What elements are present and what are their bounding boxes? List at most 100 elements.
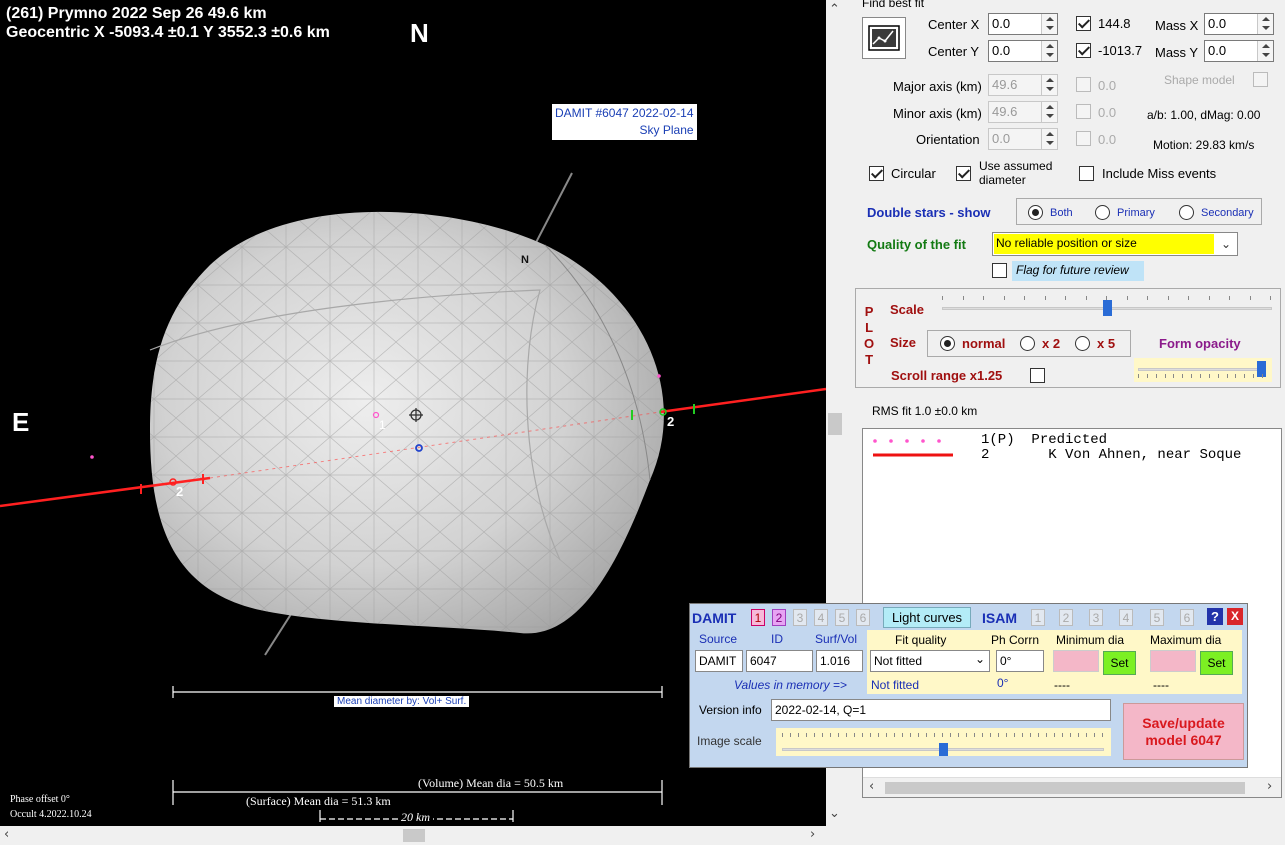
damit-isam-panel: DAMIT 1 2 3 4 5 6 Light curves ISAM 1 2 … <box>689 603 1248 768</box>
isam-model-2[interactable]: 2 <box>1059 609 1073 626</box>
shape-model-checkbox[interactable] <box>1253 72 1268 87</box>
chord-label-left: 2 <box>176 484 184 499</box>
legend-scroll-right[interactable]: › <box>1267 779 1272 794</box>
damit-model-3[interactable]: 3 <box>793 609 807 626</box>
source-field[interactable]: DAMIT <box>695 650 743 672</box>
model-id-field[interactable]: 6047 <box>746 650 813 672</box>
vscroll-thumb[interactable] <box>828 413 842 435</box>
maximum-dia-field[interactable] <box>1150 650 1196 672</box>
fix-major-checkbox[interactable] <box>1076 77 1091 92</box>
mass-y-input[interactable]: 0.0 <box>1204 40 1274 62</box>
find-best-fit-button[interactable] <box>862 17 906 59</box>
ph-corrn-field[interactable]: 0° <box>996 650 1044 672</box>
major-fixed-value: 0.0 <box>1098 78 1117 93</box>
major-axis-spinner[interactable] <box>1041 75 1057 95</box>
legend-hscrollbar[interactable]: ‹ › <box>863 777 1281 797</box>
plot-letter-p: P <box>864 304 874 319</box>
minimum-dia-field[interactable] <box>1053 650 1099 672</box>
damit-model-4[interactable]: 4 <box>814 609 828 626</box>
center-y-input[interactable]: 0.0 <box>988 40 1058 62</box>
plot-horizontal-scrollbar[interactable]: ‹ › <box>0 826 844 845</box>
isam-model-4[interactable]: 4 <box>1119 609 1133 626</box>
isam-model-1[interactable]: 1 <box>1031 609 1045 626</box>
slider-tick <box>1164 374 1166 378</box>
use-assumed-diameter-checkbox[interactable] <box>956 166 971 181</box>
size-x2-radio[interactable] <box>1020 336 1035 351</box>
damit-model-1[interactable]: 1 <box>751 609 765 626</box>
scroll-range-checkbox[interactable] <box>1030 368 1045 383</box>
double-stars-secondary-radio[interactable] <box>1179 205 1194 220</box>
mass-x-input[interactable]: 0.0 <box>1204 13 1274 35</box>
scroll-left-arrow[interactable]: ‹ <box>4 827 9 842</box>
quality-of-fit-select[interactable]: No reliable position or size ⌄ <box>992 232 1238 256</box>
fix-orientation-checkbox[interactable] <box>1076 131 1091 146</box>
size-normal-radio[interactable] <box>940 336 955 351</box>
close-button[interactable]: X <box>1227 608 1243 625</box>
set-min-dia-button[interactable]: Set <box>1103 651 1136 675</box>
scale-slider[interactable] <box>942 296 1272 320</box>
mass-x-spinner[interactable] <box>1257 14 1273 34</box>
isam-label: ISAM <box>982 610 1017 626</box>
scale-slider-thumb[interactable] <box>1102 300 1112 316</box>
id-label: ID <box>771 632 783 646</box>
center-x-input[interactable]: 0.0 <box>988 13 1058 35</box>
legend-hscroll-thumb[interactable] <box>885 782 1245 794</box>
scroll-right-arrow[interactable]: › <box>810 827 815 842</box>
slider-tick <box>1024 296 1025 300</box>
circular-checkbox[interactable] <box>869 166 884 181</box>
occult-version: Occult 4.2022.10.24 <box>10 809 92 820</box>
fit-chart-icon <box>868 25 900 51</box>
isam-model-6[interactable]: 6 <box>1180 609 1194 626</box>
minor-axis-input[interactable]: 49.6 <box>988 101 1058 123</box>
include-miss-label: Include Miss events <box>1102 166 1217 181</box>
flag-review-checkbox[interactable] <box>992 263 1007 278</box>
fix-y-checkbox[interactable] <box>1076 43 1091 58</box>
form-opacity-slider[interactable] <box>1134 358 1272 382</box>
fit-quality-select[interactable]: Not fitted ⌄ <box>870 650 990 672</box>
damit-model-6[interactable]: 6 <box>856 609 870 626</box>
slider-tick <box>1155 374 1157 378</box>
image-scale-slider[interactable] <box>776 728 1111 756</box>
minor-axis-spinner[interactable] <box>1041 102 1057 122</box>
slider-tick <box>1167 296 1169 300</box>
include-miss-checkbox[interactable] <box>1079 166 1094 181</box>
scroll-up-arrow[interactable]: ⌃ <box>829 2 840 17</box>
hscroll-thumb[interactable] <box>403 829 425 842</box>
minor-axis-value: 49.6 <box>992 104 1018 119</box>
fix-minor-checkbox[interactable] <box>1076 104 1091 119</box>
damit-model-5[interactable]: 5 <box>835 609 849 626</box>
double-stars-both-radio[interactable] <box>1028 205 1043 220</box>
orientation-input[interactable]: 0.0 <box>988 128 1058 150</box>
slider-tick <box>934 733 935 737</box>
mass-y-spinner[interactable] <box>1257 41 1273 61</box>
damit-model-2[interactable]: 2 <box>772 609 786 626</box>
north-indicator: N <box>410 18 429 48</box>
isam-model-5[interactable]: 5 <box>1150 609 1164 626</box>
size-x5-radio[interactable] <box>1075 336 1090 351</box>
major-axis-input[interactable]: 49.6 <box>988 74 1058 96</box>
set-max-dia-button[interactable]: Set <box>1200 651 1233 675</box>
form-opacity-label: Form opacity <box>1159 336 1241 351</box>
slider-tick <box>1086 733 1087 737</box>
double-stars-primary-radio[interactable] <box>1095 205 1110 220</box>
slider-tick <box>1062 733 1063 737</box>
scroll-down-arrow[interactable]: ⌄ <box>829 806 840 821</box>
version-info-field[interactable]: 2022-02-14, Q=1 <box>771 699 1111 721</box>
fix-x-checkbox[interactable] <box>1076 16 1091 31</box>
center-x-spinner[interactable] <box>1041 14 1057 34</box>
light-curves-button[interactable]: Light curves <box>883 607 971 628</box>
help-button[interactable]: ? <box>1207 608 1223 625</box>
slider-tick <box>1054 733 1055 737</box>
surf-vol-field[interactable]: 1.016 <box>816 650 863 672</box>
slider-tick <box>1188 296 1189 300</box>
isam-model-3[interactable]: 3 <box>1089 609 1103 626</box>
orientation-spinner[interactable] <box>1041 129 1057 149</box>
ab-dmag: a/b: 1.00, dMag: 0.00 <box>1147 108 1261 122</box>
slider-tick <box>1270 296 1271 300</box>
save-update-model-button[interactable]: Save/update model 6047 <box>1123 703 1244 760</box>
image-scale-thumb[interactable] <box>938 743 948 756</box>
center-y-spinner[interactable] <box>1041 41 1057 61</box>
slider-tick <box>862 733 863 737</box>
legend-scroll-left[interactable]: ‹ <box>869 779 874 794</box>
slider-tick <box>1102 733 1103 737</box>
